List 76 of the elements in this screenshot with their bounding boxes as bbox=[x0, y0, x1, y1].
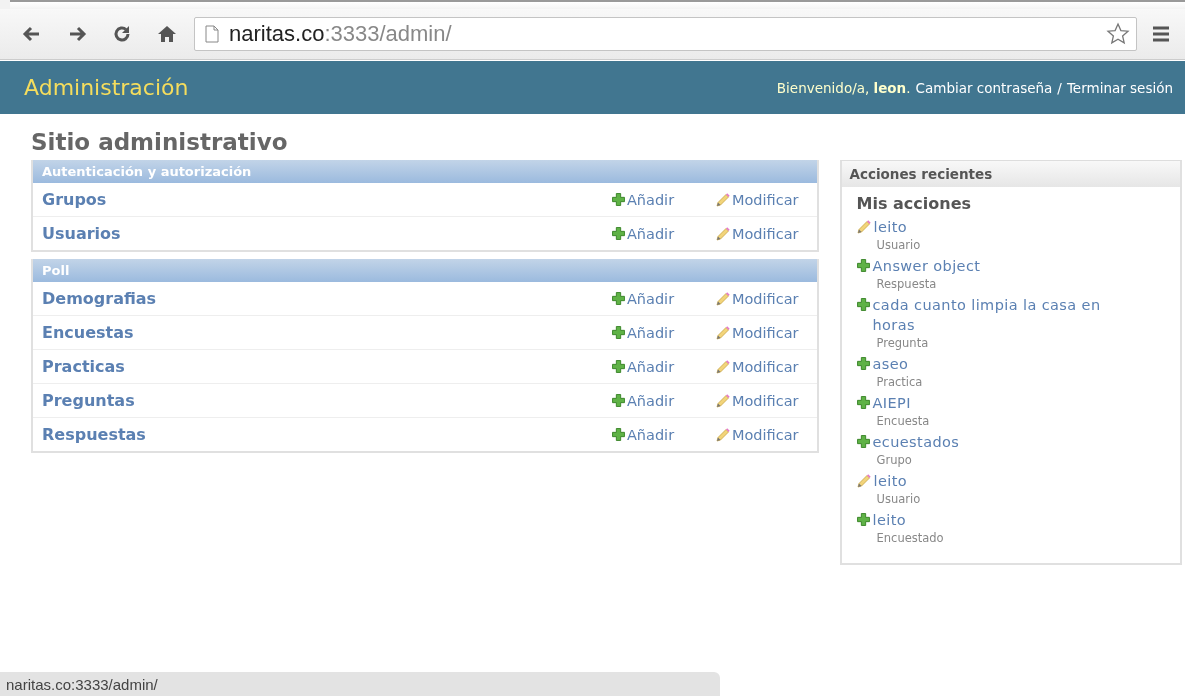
pencil-icon bbox=[715, 359, 730, 374]
plus-icon bbox=[856, 396, 870, 409]
bookmark-star-icon[interactable] bbox=[1106, 22, 1130, 46]
site-branding: Administración bbox=[24, 75, 189, 100]
change-link[interactable]: Modificar bbox=[715, 225, 799, 242]
pencil-icon bbox=[856, 474, 871, 488]
header-link[interactable]: Cambiar contraseña bbox=[915, 79, 1053, 96]
object-type: Practica bbox=[875, 374, 924, 391]
change-link[interactable]: Modificar bbox=[715, 290, 799, 307]
add-link[interactable]: Añadir bbox=[611, 426, 716, 443]
plus-icon bbox=[611, 360, 625, 373]
object-type: Encuesta bbox=[875, 413, 931, 430]
change-link[interactable]: Modificar bbox=[715, 426, 799, 443]
action-link[interactable]: Answer object bbox=[872, 256, 981, 276]
object-type: Respuesta bbox=[875, 276, 938, 293]
object-type: Grupo bbox=[875, 452, 913, 469]
plus-icon bbox=[856, 357, 870, 370]
welcome-text: Bienvenido/a, leon. bbox=[776, 79, 911, 96]
address-bar[interactable]: naritas.co:3333/admin/ bbox=[194, 17, 1137, 51]
plus-icon bbox=[856, 513, 870, 526]
plus-icon bbox=[856, 298, 870, 311]
plus-icon bbox=[611, 227, 625, 240]
add-link[interactable]: Añadir bbox=[611, 225, 716, 242]
add-link[interactable]: Añadir bbox=[611, 290, 716, 307]
object-type: Pregunta bbox=[875, 335, 930, 352]
menu-icon[interactable] bbox=[1151, 24, 1171, 44]
pencil-icon bbox=[715, 226, 730, 241]
object-type: Usuario bbox=[875, 491, 922, 508]
plus-icon bbox=[611, 326, 625, 339]
model-link[interactable]: Usuarios bbox=[42, 224, 612, 243]
pencil-icon bbox=[715, 393, 730, 408]
object-type: Usuario bbox=[875, 237, 922, 254]
pencil-icon bbox=[856, 220, 871, 234]
model-link[interactable]: Demografias bbox=[42, 289, 612, 308]
model-link[interactable]: Grupos bbox=[42, 190, 612, 209]
model-link[interactable]: Preguntas bbox=[42, 391, 612, 410]
action-link[interactable]: leito bbox=[872, 510, 907, 530]
change-link[interactable]: Modificar bbox=[715, 392, 799, 409]
back-icon[interactable] bbox=[22, 24, 42, 44]
forward-icon[interactable] bbox=[67, 24, 87, 44]
plus-icon bbox=[611, 292, 625, 305]
page-icon bbox=[205, 25, 219, 43]
action-link[interactable]: cada cuanto limpia la casa en horas bbox=[872, 295, 1140, 335]
object-type: Encuestado bbox=[875, 530, 945, 547]
pencil-icon bbox=[715, 325, 730, 340]
plus-icon bbox=[856, 435, 870, 448]
model-link[interactable]: Encuestas bbox=[42, 323, 612, 342]
plus-icon bbox=[611, 428, 625, 441]
action-link[interactable]: aseo bbox=[872, 354, 909, 374]
pencil-icon bbox=[715, 291, 730, 306]
model-link[interactable]: Practicas bbox=[42, 357, 612, 376]
pencil-icon bbox=[715, 192, 730, 207]
home-icon[interactable] bbox=[157, 24, 177, 44]
plus-icon bbox=[611, 193, 625, 206]
add-link[interactable]: Añadir bbox=[611, 324, 716, 341]
action-link[interactable]: AIEPI bbox=[872, 393, 911, 413]
plus-icon bbox=[856, 259, 870, 272]
plus-icon bbox=[611, 394, 625, 407]
reload-icon[interactable] bbox=[112, 24, 132, 44]
separator-text: / bbox=[1057, 79, 1062, 96]
panel-subtitle: Mis acciones bbox=[855, 193, 972, 215]
action-link[interactable]: ecuestados bbox=[872, 432, 960, 452]
action-link[interactable]: leito bbox=[873, 471, 908, 491]
page-title: Sitio administrativo bbox=[31, 129, 289, 155]
pencil-icon bbox=[715, 427, 730, 442]
model-link[interactable]: Respuestas bbox=[42, 425, 612, 444]
change-link[interactable]: Modificar bbox=[715, 324, 799, 341]
add-link[interactable]: Añadir bbox=[611, 358, 716, 375]
status-bar: naritas.co:3333/admin/ bbox=[0, 672, 720, 696]
add-link[interactable]: Añadir bbox=[611, 392, 716, 409]
change-link[interactable]: Modificar bbox=[715, 191, 799, 208]
add-link[interactable]: Añadir bbox=[611, 191, 716, 208]
change-link[interactable]: Modificar bbox=[715, 358, 799, 375]
header-link[interactable]: Terminar sesión bbox=[1066, 79, 1173, 96]
action-link[interactable]: leito bbox=[873, 217, 908, 237]
panel-title: Acciones recientes bbox=[841, 161, 1180, 187]
